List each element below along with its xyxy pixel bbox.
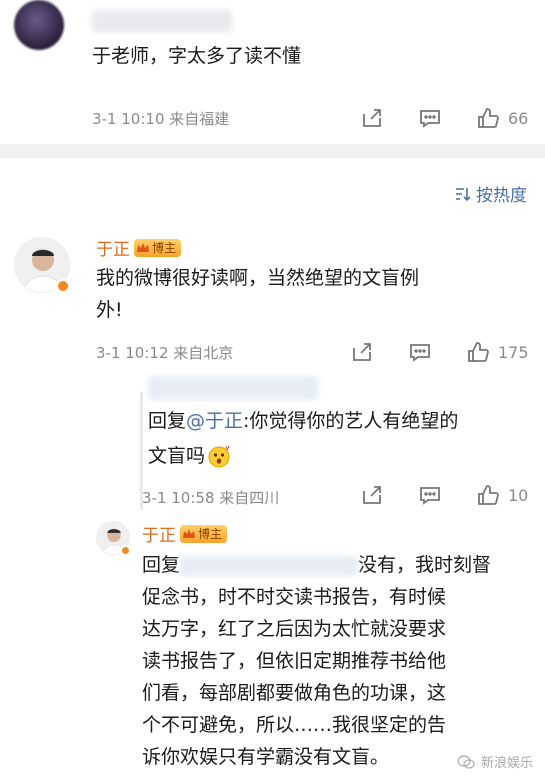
comment-icon bbox=[410, 344, 430, 362]
share-icon bbox=[353, 343, 371, 361]
reply-text-line: 达万字，红了之后因为太忙就没要求 bbox=[142, 618, 447, 640]
shocked-emoji-icon bbox=[208, 445, 230, 468]
section-divider bbox=[0, 144, 545, 158]
reply-meta: 3-1 10:58 来自四川 bbox=[142, 489, 280, 507]
reply-text-line1: 回复 没有，我时刻督 bbox=[142, 549, 491, 581]
reply-text-line: 个不可避免，所以……我很坚定的告 bbox=[142, 714, 447, 736]
blogger-badge-label: 博主 bbox=[152, 241, 177, 255]
like-button[interactable]: 175 bbox=[466, 340, 529, 364]
share-icon bbox=[363, 109, 381, 127]
comment-text-line1: 我的微博很好读啊，当然绝望的文盲例 bbox=[96, 267, 420, 289]
sort-label: 按热度 bbox=[476, 186, 527, 206]
reply-text-cont: 文盲吗 bbox=[148, 445, 206, 467]
comment-button[interactable] bbox=[418, 106, 442, 130]
comment-button[interactable] bbox=[418, 483, 442, 507]
thumbs-up-icon bbox=[478, 108, 499, 128]
blogger-badge: 博主 bbox=[134, 238, 182, 257]
reply-text-line: 诉你欢娱只有学霸没有文盲。 bbox=[142, 746, 390, 768]
comment-icon bbox=[420, 110, 440, 128]
thumbs-up-icon bbox=[468, 342, 489, 362]
like-count: 175 bbox=[498, 342, 529, 362]
like-count: 10 bbox=[508, 485, 529, 505]
comment-text: 于老师，字太多了读不懂 bbox=[92, 45, 302, 67]
reply-prefix: 回复 bbox=[142, 554, 181, 576]
comment-meta: 3-1 10:10 来自福建 bbox=[92, 110, 230, 128]
share-icon bbox=[363, 486, 381, 504]
comment-text-line2: 外! bbox=[96, 299, 123, 321]
reply-text-line: 读书报告了，但依旧定期推荐书给他 bbox=[142, 650, 447, 672]
reply-text: :你觉得你的艺人有绝望的 bbox=[243, 410, 459, 432]
wechat-icon bbox=[457, 754, 475, 769]
like-count: 66 bbox=[508, 108, 529, 128]
username-blurred[interactable] bbox=[92, 10, 232, 32]
author-name[interactable]: 于正 博主 bbox=[96, 235, 182, 260]
author-name-text: 于正 bbox=[142, 526, 176, 546]
reply-text-line: 促念书，时不时交读书报告，有时候 bbox=[142, 586, 447, 608]
mention-link[interactable]: @于正 bbox=[186, 410, 243, 432]
author-name-text: 于正 bbox=[96, 240, 130, 260]
reply-text-line: 们看，每部剧都要做角色的功课，这 bbox=[142, 682, 447, 704]
reply-text-line2: 文盲吗 bbox=[148, 440, 231, 472]
verified-badge-icon bbox=[56, 279, 70, 293]
like-button[interactable]: 66 bbox=[476, 106, 528, 130]
share-button[interactable] bbox=[360, 483, 384, 507]
thumbs-up-icon bbox=[478, 485, 499, 505]
avatar[interactable] bbox=[14, 0, 64, 50]
mention-blurred[interactable] bbox=[180, 555, 359, 576]
blogger-badge: 博主 bbox=[180, 524, 228, 543]
crown-icon bbox=[137, 242, 149, 252]
comment-icon bbox=[420, 487, 440, 505]
watermark-text: 新浪娱乐 bbox=[480, 756, 533, 771]
username-blurred[interactable] bbox=[148, 376, 318, 400]
share-button[interactable] bbox=[360, 106, 384, 130]
share-button[interactable] bbox=[350, 340, 374, 364]
author-name[interactable]: 于正 博主 bbox=[142, 521, 228, 546]
watermark: 新浪娱乐 bbox=[457, 752, 533, 771]
reply-text-line1: 回复@于正:你觉得你的艺人有绝望的 bbox=[148, 405, 458, 437]
verified-badge-icon bbox=[120, 545, 131, 556]
comment-button[interactable] bbox=[408, 340, 432, 364]
reply-text: 没有，我时刻督 bbox=[358, 554, 492, 576]
sort-by-hot-button[interactable]: 按热度 bbox=[454, 181, 527, 206]
reply-prefix: 回复 bbox=[148, 410, 187, 432]
blogger-badge-label: 博主 bbox=[198, 527, 223, 541]
sort-icon bbox=[456, 187, 471, 201]
crown-icon bbox=[183, 528, 195, 538]
comment-meta: 3-1 10:12 来自北京 bbox=[96, 344, 234, 362]
like-button[interactable]: 10 bbox=[476, 483, 528, 507]
